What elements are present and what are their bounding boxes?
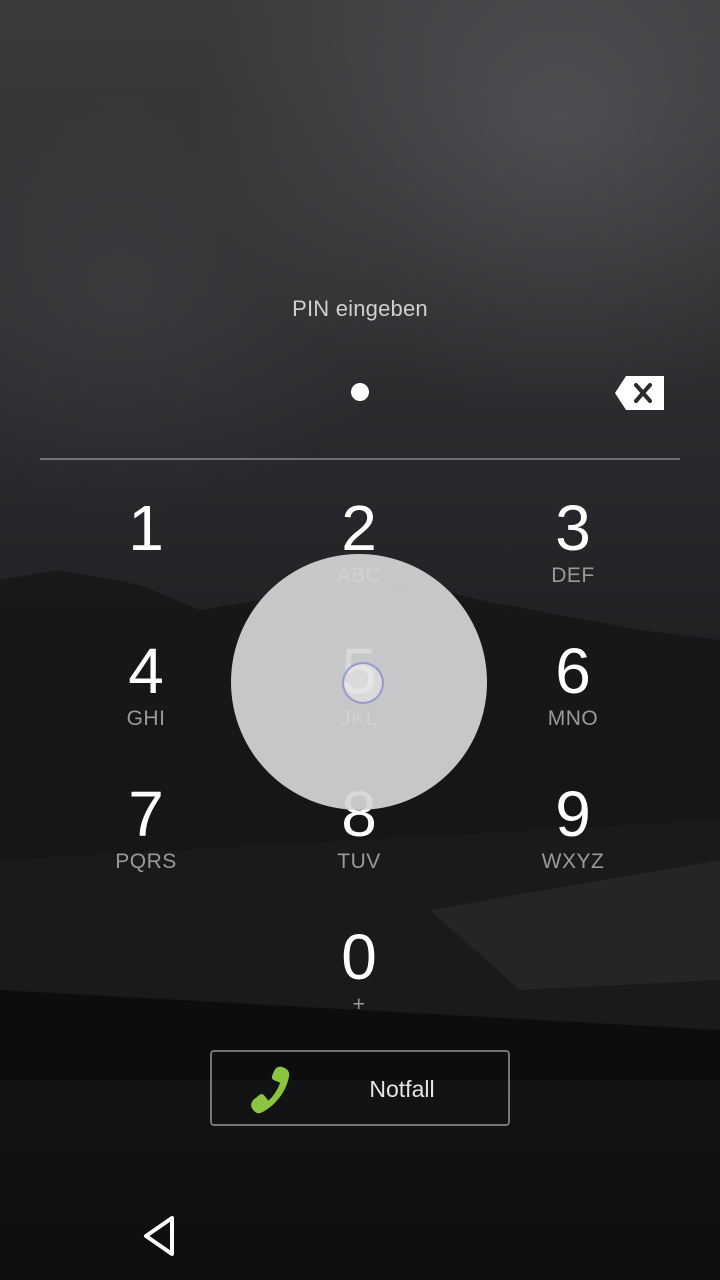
key-digit: 8: [341, 778, 377, 850]
key-2[interactable]: 2 ABC: [289, 486, 429, 606]
key-4[interactable]: 4 GHI: [76, 629, 216, 749]
pin-divider: [40, 458, 680, 460]
key-letters: JKL: [340, 707, 378, 730]
key-digit: 6: [555, 635, 591, 707]
lock-screen: PIN eingeben 1 2 ABC 3 DEF 4 GHI 5 JKL 6…: [0, 0, 720, 1280]
key-digit: 9: [555, 778, 591, 850]
key-digit: 4: [128, 635, 164, 707]
key-digit: 0: [341, 921, 377, 993]
key-7[interactable]: 7 PQRS: [76, 772, 216, 892]
key-digit: 3: [555, 492, 591, 564]
key-digit: 2: [341, 492, 377, 564]
key-5[interactable]: 5 JKL: [289, 629, 429, 749]
nav-back-button[interactable]: [136, 1210, 184, 1262]
pin-prompt: PIN eingeben: [292, 296, 428, 321]
key-letters: MNO: [547, 707, 599, 730]
key-digit: 1: [128, 492, 164, 564]
key-6[interactable]: 6 MNO: [503, 629, 643, 749]
pin-entered-dot: [351, 383, 369, 401]
key-letters: +: [352, 993, 366, 1016]
phone-icon: [251, 1066, 290, 1114]
key-0[interactable]: 0 +: [289, 915, 429, 1035]
key-digit: 5: [341, 635, 377, 707]
key-letters: DEF: [551, 564, 595, 587]
key-8[interactable]: 8 TUV: [289, 772, 429, 892]
key-letters: TUV: [337, 850, 381, 873]
key-3[interactable]: 3 DEF: [503, 486, 643, 606]
key-1[interactable]: 1: [76, 486, 216, 606]
delete-button[interactable]: [612, 372, 668, 414]
emergency-label: Notfall: [369, 1076, 435, 1102]
key-letters: WXYZ: [541, 850, 605, 873]
key-letters: ABC: [336, 564, 382, 587]
key-letters: GHI: [126, 707, 166, 730]
key-digit: 7: [128, 778, 164, 850]
key-9[interactable]: 9 WXYZ: [503, 772, 643, 892]
key-letters: PQRS: [115, 850, 177, 873]
backspace-icon: [615, 376, 664, 410]
back-triangle-icon: [144, 1216, 174, 1256]
emergency-call-button[interactable]: Notfall: [210, 1050, 510, 1126]
